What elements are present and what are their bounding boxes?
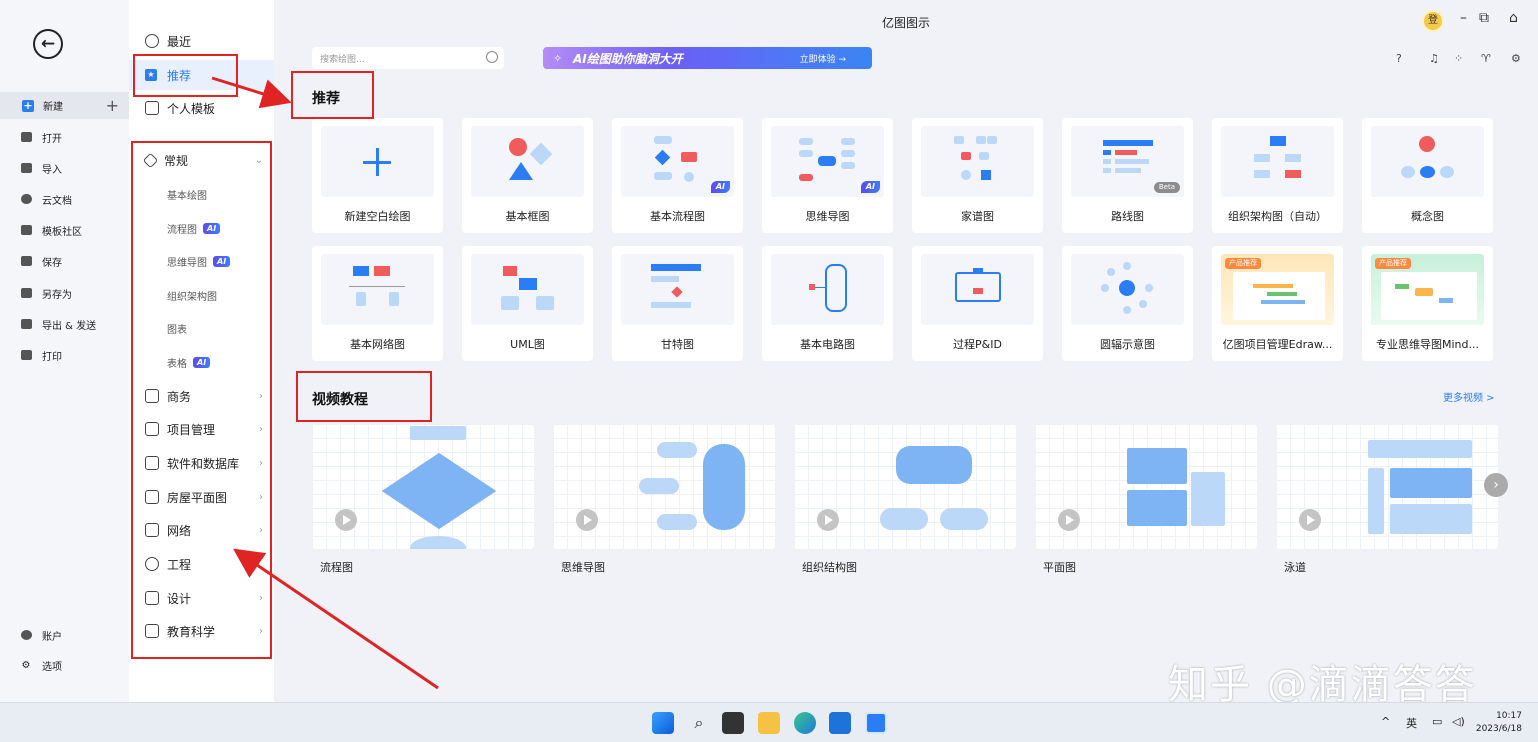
edraw-app-icon[interactable] <box>865 712 887 734</box>
annotation-arrows <box>211 76 439 690</box>
store-icon[interactable] <box>829 712 851 734</box>
clock-time: 10:17 <box>1496 711 1522 721</box>
edge-browser-icon[interactable] <box>794 712 816 734</box>
input-language[interactable]: 英 <box>1406 715 1417 731</box>
clock-date: 2023/6/18 <box>1475 724 1522 734</box>
file-explorer-icon[interactable] <box>758 712 780 734</box>
network-status-icon[interactable]: ▭ <box>1432 715 1442 728</box>
windows-start-icon[interactable] <box>652 712 674 734</box>
volume-icon[interactable]: ◁) <box>1452 715 1465 728</box>
chevron-up-icon[interactable]: ^ <box>1381 715 1390 728</box>
taskbar-search-icon[interactable]: ⌕ <box>688 712 710 734</box>
task-view-icon[interactable] <box>722 712 744 734</box>
taskbar: ⌕ ^ 英 ▭ ◁) 10:17 2023/6/18 <box>0 702 1538 742</box>
clock[interactable]: 10:17 2023/6/18 <box>1476 710 1522 736</box>
